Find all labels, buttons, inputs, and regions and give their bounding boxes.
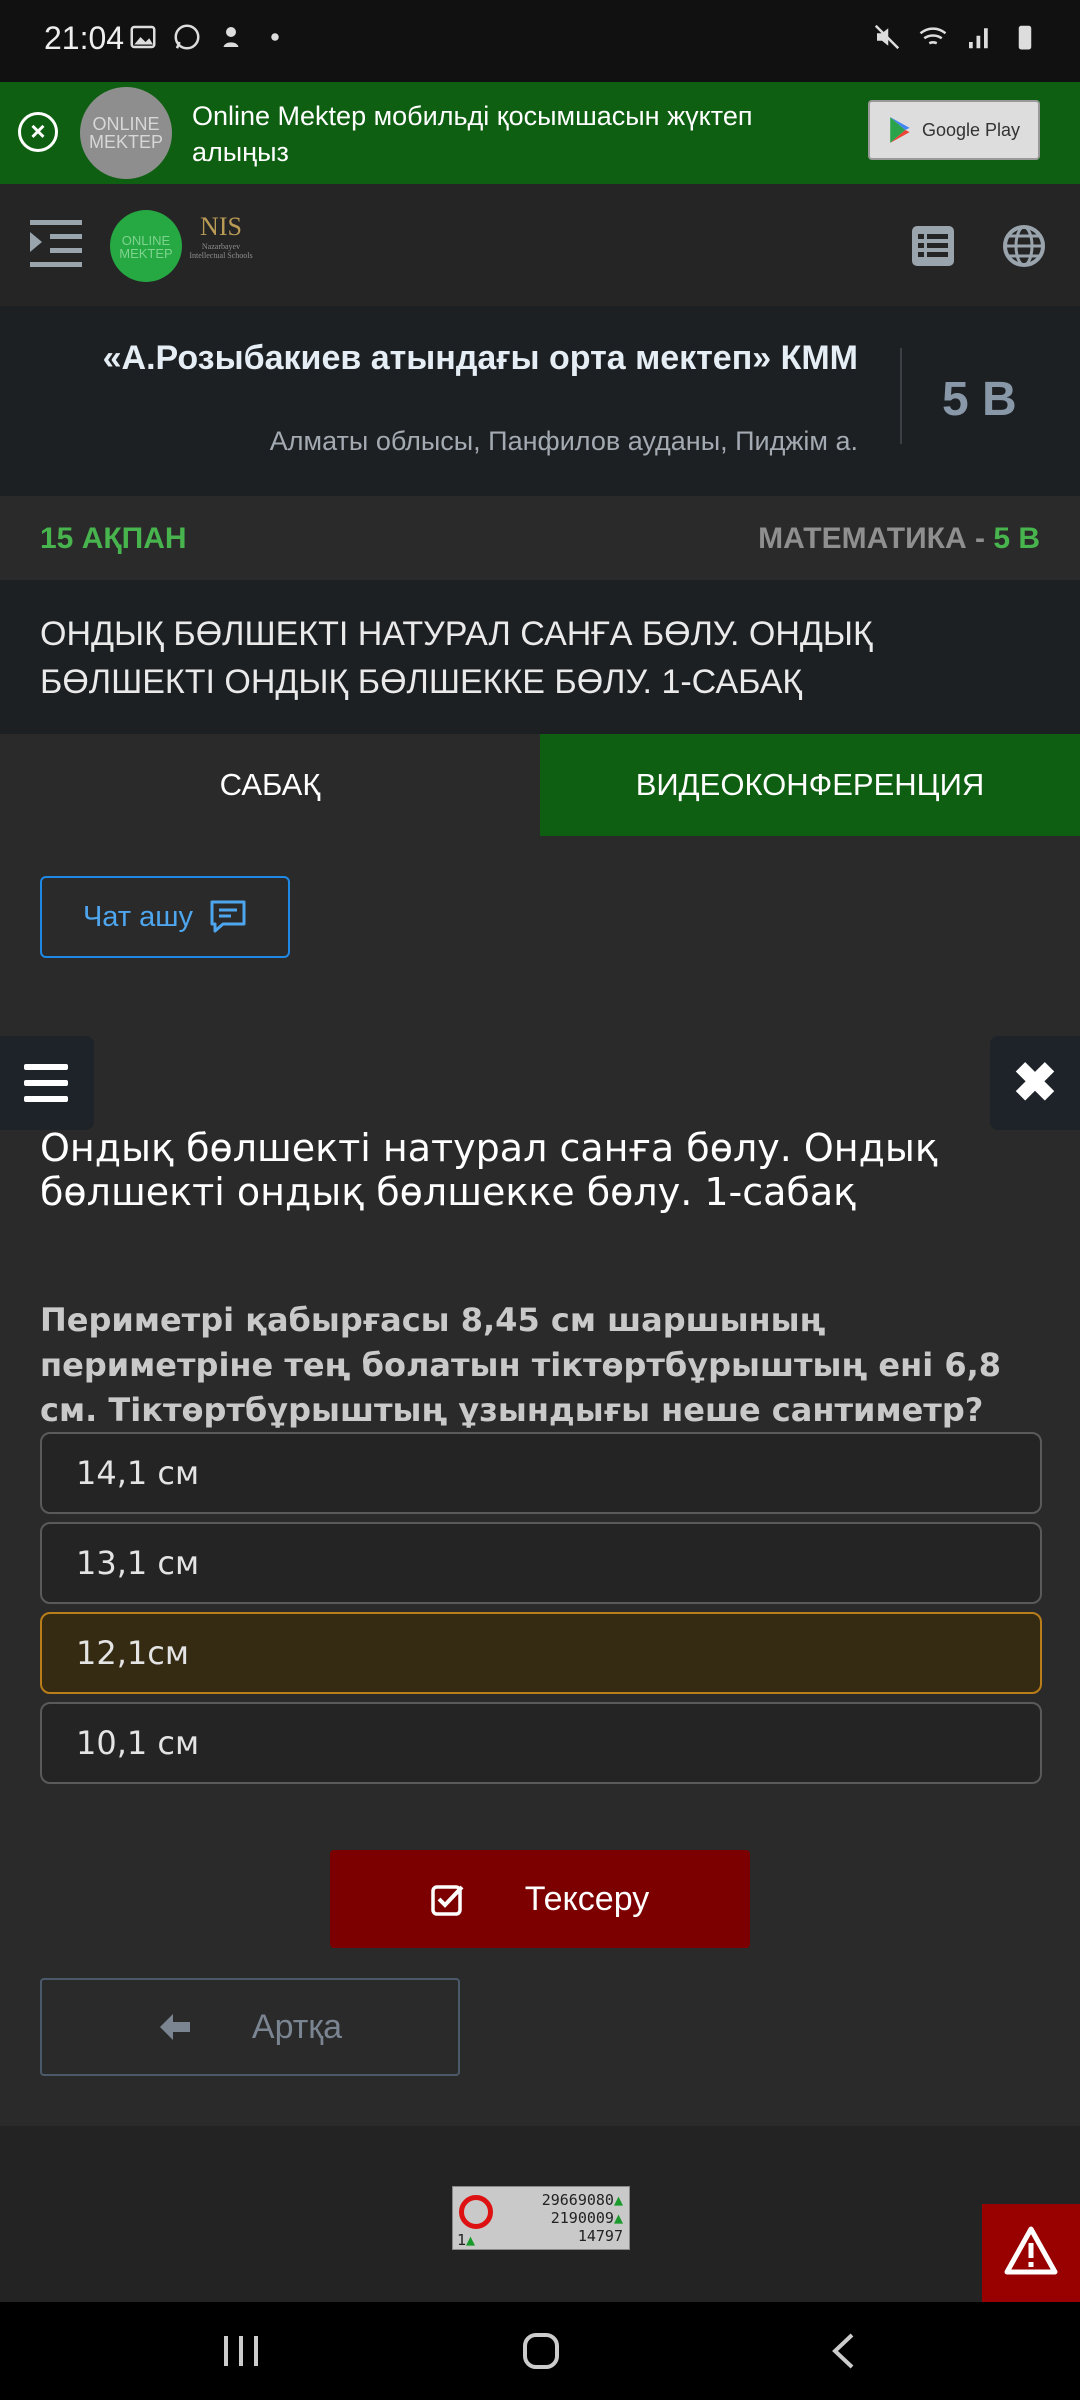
answer-option[interactable]: 14,1 см [40,1432,1042,1514]
back-button[interactable]: Артқа [40,1978,460,2076]
lesson-title-bar: ОНДЫҚ БӨЛШЕКТІ НАТУРАЛ САНҒА БӨЛУ. ОНДЫҚ… [0,580,1080,734]
counter-logo-icon [459,2195,493,2229]
class-label: 5 В [942,373,1017,426]
system-nav-bar [0,2302,1080,2400]
gallery-icon [130,25,156,49]
battery-icon [1018,25,1032,50]
tab-lesson[interactable]: САБАҚ [0,734,540,836]
counter-today: 14797 [577,2227,623,2245]
google-play-label: Google Play [921,119,1021,140]
recent-apps-icon[interactable] [222,2334,260,2368]
google-play-icon [890,117,910,143]
menu-indent-icon[interactable] [30,218,82,270]
counter-month: 2190009▲ [550,2209,623,2227]
tab-videoconference[interactable]: ВИДЕОКОНФЕРЕНЦИЯ [540,734,1080,836]
app-download-banner: × ONLINE MEKTEP Online Mektep мобильді қ… [0,82,1080,184]
back-label: Артқа [251,2007,343,2046]
chat-icon [210,900,246,933]
lesson-title: ОНДЫҚ БӨЛШЕКТІ НАТУРАЛ САНҒА БӨЛУ. ОНДЫҚ… [40,615,873,701]
online-mektep-logo: ONLINE MEKTEP [80,87,172,179]
content-menu-button[interactable] [0,1036,94,1130]
mute-icon [874,24,900,50]
close-icon: ✖ [1012,1053,1058,1113]
nis-logo-subtext: Nazarbayev Intellectual Schools [189,242,253,260]
tabs: САБАҚ ВИДЕОКОНФЕРЕНЦИЯ [0,734,1080,836]
warning-icon [1004,2226,1058,2275]
check-button[interactable]: Тексеру [330,1850,750,1948]
close-banner-icon[interactable]: × [18,112,58,152]
lesson-info-bar: 15 АҚПАН МАТЕМАТИКА - 5 В [0,496,1080,580]
wifi-icon [919,27,947,45]
google-play-button[interactable]: Google Play [868,100,1040,160]
lesson-subject: МАТЕМАТИКА - 5 В [758,522,1040,556]
subject-class: 5 В [993,522,1040,555]
visitor-counter[interactable]: 29669080▲ 2190009▲ 14797 1▲ [452,2186,630,2250]
checkbox-icon [431,1885,464,1916]
arrow-left-icon [159,2014,190,2040]
status-bar: 21:04 [0,0,1080,82]
whatsapp-icon [174,24,200,50]
answer-option[interactable]: 10,1 см [40,1702,1042,1784]
banner-text: Online Mektep мобильді қосымшасын жүктеп… [192,101,753,167]
list-icon[interactable] [912,226,954,266]
online-mektep-nav-logo[interactable]: ONLINE MEKTEP [110,210,182,282]
nis-logo: NIS Nazarbayev Intellectual Schools [186,212,256,282]
nis-logo-text: NIS [200,212,242,241]
globe-icon[interactable] [1002,224,1046,268]
open-chat-label: Чат ашу [82,900,194,933]
school-address: Алматы облысы, Панфилов ауданы, Пиджім а… [269,426,858,456]
status-time: 21:04 [44,20,125,56]
check-label: Тексеру [524,1879,650,1918]
answer-option-selected[interactable]: 12,1см [40,1612,1042,1694]
app-notification-icon [223,27,239,47]
hamburger-icon [24,1064,68,1102]
school-header: «А.Розыбакиев атындағы орта мектеп» КММ … [0,306,1080,496]
home-icon[interactable] [522,2332,560,2370]
report-problem-button[interactable] [982,2204,1080,2302]
page-footer: 29669080▲ 2190009▲ 14797 1▲ [0,2126,1080,2302]
lesson-date: 15 АҚПАН [40,522,187,555]
top-nav: ONLINE MEKTEP NIS Nazarbayev Intellectua… [0,184,1080,306]
content-title: Ондық бөлшекті натурал санға бөлу. Ондық… [40,1126,938,1214]
dot-icon [271,33,279,41]
signal-icon [969,28,988,49]
counter-online: 1▲ [457,2231,476,2249]
divider [900,348,902,444]
answer-option[interactable]: 13,1 см [40,1522,1042,1604]
close-content-button[interactable]: ✖ [990,1036,1080,1130]
back-nav-icon[interactable] [830,2332,856,2370]
school-name: «А.Розыбакиев атындағы орта мектеп» КММ [102,339,858,377]
counter-total: 29669080▲ [541,2191,623,2209]
subject-name: МАТЕМАТИКА - [758,522,994,555]
open-chat-button[interactable]: Чат ашу [40,876,290,958]
question-text: Периметрі қабырғасы 8,45 см шаршының пер… [40,1301,1002,1429]
